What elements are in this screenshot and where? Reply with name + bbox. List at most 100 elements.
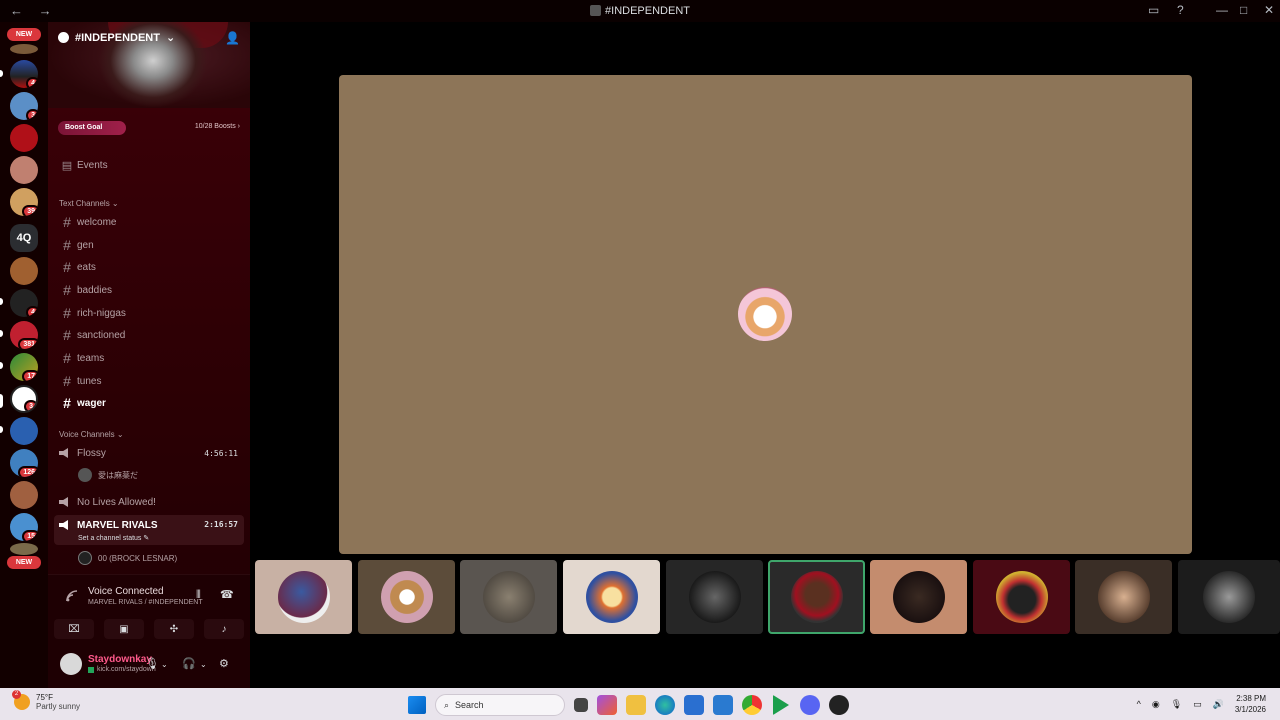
channel-wager[interactable]: # wager [54,393,244,413]
gear-icon[interactable]: ⚙ [219,657,229,670]
category-label: Voice Channels [59,430,115,439]
server-icon[interactable]: 4Q [10,224,38,252]
app-icon[interactable] [829,695,849,715]
participant-tile[interactable] [358,560,455,634]
security-icon[interactable]: ◉ [1152,699,1160,710]
microphone-icon[interactable]: 🎙 [1171,699,1182,710]
server-icon[interactable] [10,481,38,509]
server-icon[interactable] [10,257,38,285]
participant-tile[interactable] [973,560,1070,634]
server-icon[interactable]: 3 [10,385,38,413]
participant-tile[interactable] [1075,560,1172,634]
weather-sun-icon: 2 [12,690,30,710]
close-icon[interactable]: ✕ [1264,3,1274,17]
chrome-icon[interactable] [742,695,762,715]
channel-sanctioned[interactable]: # sanctioned [54,325,244,345]
speaker-icon [59,448,68,458]
windows-start-icon[interactable] [408,696,426,714]
server-icon[interactable]: 15 [10,513,38,541]
headphones-icon[interactable]: 🎧 [182,657,196,670]
maximize-icon[interactable]: □ [1240,3,1247,17]
server-icon[interactable] [10,44,38,54]
weather-widget[interactable]: 2 75°F Partly sunny [12,690,80,711]
screen-share-button[interactable]: ▣ [104,619,144,639]
server-icon[interactable] [10,124,38,152]
network-icon[interactable]: ▭ [1193,699,1202,710]
channel-status-prompt[interactable]: Set a channel status ✎ [78,534,149,542]
boost-goal-bar[interactable]: Boost Goal 10/28 Boosts › [54,120,244,136]
channel-tunes[interactable]: # tunes [54,371,244,391]
participant-tile[interactable] [666,560,763,634]
task-view-icon[interactable] [574,698,588,712]
member-name: 愛は麻薬だ [98,470,138,480]
channel-rich-niggas[interactable]: # rich-niggas [54,303,244,323]
noise-suppression-icon[interactable]: ⦀ [196,589,201,602]
store-icon[interactable] [684,695,704,715]
avatar [78,468,92,482]
participant-tile[interactable] [870,560,967,634]
inbox-icon[interactable]: ▭ [1148,3,1159,17]
server-name-header[interactable]: #INDEPENDENT ⌄ [58,31,175,44]
voice-channel-label: No Lives Allowed! [77,496,156,508]
channel-label: wager [77,397,106,409]
events-item[interactable]: ▤ Events [54,155,244,175]
soundboard-button[interactable]: ♪ [204,619,244,639]
chevron-down-icon[interactable]: ⌄ [161,660,168,669]
invite-people-icon[interactable]: 👤 [225,31,240,45]
file-explorer-icon[interactable] [626,695,646,715]
server-icon[interactable] [10,543,38,555]
connection-signal-icon[interactable] [65,589,79,603]
hash-icon: # [63,350,71,366]
speaker-icon [59,497,68,507]
disconnect-icon[interactable]: ☎ [220,588,234,601]
voice-channel-no-lives[interactable]: No Lives Allowed! [54,492,244,512]
discord-icon[interactable] [800,695,820,715]
camera-off-button[interactable]: ⌧ [54,619,94,639]
volume-icon[interactable]: 🔊 [1213,699,1224,710]
voice-channel-flossy[interactable]: Flossy 4:56:11 [54,443,244,463]
channel-baddies[interactable]: # baddies [54,280,244,300]
server-icon[interactable] [10,156,38,184]
outlook-icon[interactable] [713,695,733,715]
participant-tile[interactable] [1178,560,1280,634]
taskbar-search[interactable]: ⌕ Search [435,694,565,716]
participant-tile[interactable] [563,560,660,634]
copilot-icon[interactable] [597,695,617,715]
server-icon[interactable]: 381 [10,321,38,349]
server-icon[interactable]: 3 [10,92,38,120]
edge-icon[interactable] [655,695,675,715]
chevron-down-icon[interactable]: ⌄ [200,660,207,669]
focused-participant-tile[interactable] [339,75,1192,554]
voice-member[interactable]: 00 (BROCK LESNAR) [78,549,177,567]
voice-member[interactable]: 愛は麻薬だ [78,466,138,484]
server-banner: #INDEPENDENT ⌄ 👤 [48,22,250,108]
channel-gen[interactable]: # gen [54,235,244,255]
user-avatar[interactable] [60,653,82,675]
server-icon[interactable]: 4 [10,60,38,88]
server-icon[interactable]: 4 [10,289,38,317]
channel-label: baddies [77,284,113,296]
channel-eats[interactable]: # eats [54,257,244,277]
voice-channel-label: MARVEL RIVALS [77,520,158,531]
category-voice-channels[interactable]: Voice Channels ⌄ [59,430,124,439]
participant-tile[interactable] [460,560,557,634]
microphone-icon[interactable]: 🎙 [145,657,159,670]
minimize-icon[interactable]: — [1216,3,1228,17]
channel-label: sanctioned [77,329,126,341]
category-text-channels[interactable]: Text Channels ⌄ [59,199,119,208]
activities-button[interactable]: ✣ [154,619,194,639]
chevron-up-icon[interactable]: ^ [1137,699,1141,709]
server-icon[interactable]: 17 [10,353,38,381]
channel-teams[interactable]: # teams [54,348,244,368]
participant-tile[interactable] [255,560,352,634]
help-icon[interactable]: ? [1177,3,1184,17]
clock[interactable]: 2:38 PM 3/1/2026 [1235,693,1266,715]
channel-welcome[interactable]: # welcome [54,212,244,232]
participant-tile-speaking[interactable] [768,560,865,634]
voice-channel-marvel-rivals[interactable]: MARVEL RIVALS 2:16:57 Set a channel statu… [54,515,244,545]
server-icon[interactable] [10,417,38,445]
media-player-icon[interactable] [773,695,789,715]
server-icon[interactable]: 126 [10,449,38,477]
server-icon[interactable]: 39 [10,188,38,216]
unread-pip [0,298,3,305]
